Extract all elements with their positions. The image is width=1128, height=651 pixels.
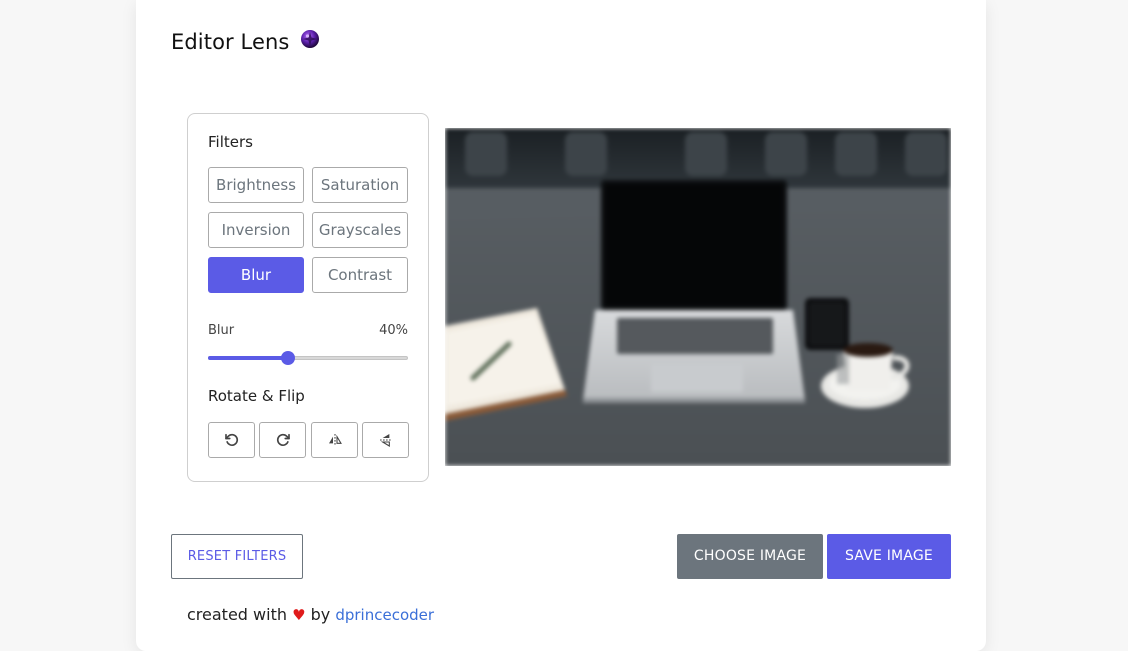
footer-by: by (310, 605, 331, 624)
footer-prefix: created with (187, 605, 287, 624)
save-image-button[interactable]: SAVE IMAGE (827, 534, 951, 579)
app-title: Editor Lens (171, 30, 290, 54)
rotate-right-button[interactable] (259, 422, 306, 458)
flip-horizontal-icon (328, 434, 342, 446)
rotate-left-icon (224, 433, 238, 446)
heart-icon: ♥ (292, 606, 306, 624)
laptop-desk-photo (445, 128, 951, 466)
blur-slider[interactable] (208, 351, 408, 365)
brightness-button[interactable]: Brightness (208, 167, 304, 203)
filter-panel: Filters Brightness Saturation Inversion … (187, 113, 429, 482)
reset-filters-button[interactable]: RESET FILTERS (171, 534, 303, 579)
blur-button[interactable]: Blur (208, 257, 304, 293)
slider-fill (208, 356, 288, 360)
flip-vertical-icon (379, 434, 392, 447)
grayscales-button[interactable]: Grayscales (312, 212, 408, 248)
slider-thumb[interactable] (281, 351, 295, 365)
author-link[interactable]: dprincecoder (335, 606, 434, 624)
flip-horizontal-button[interactable] (311, 422, 358, 458)
flip-vertical-button[interactable] (362, 422, 409, 458)
rotate-left-button[interactable] (208, 422, 255, 458)
inversion-button[interactable]: Inversion (208, 212, 304, 248)
image-preview (445, 128, 951, 466)
contrast-button[interactable]: Contrast (312, 257, 408, 293)
editor-card: Editor Lens Filters Brightness Saturatio… (136, 0, 986, 651)
header: Editor Lens (171, 30, 320, 54)
filters-heading: Filters (208, 133, 253, 151)
slider-value: 40% (379, 323, 408, 338)
purple-orb-icon (301, 30, 320, 48)
choose-image-button[interactable]: CHOOSE IMAGE (677, 534, 823, 579)
slider-info: Blur 40% (208, 323, 408, 338)
rotate-flip-buttons (208, 422, 409, 458)
slider-label: Blur (208, 323, 235, 338)
rotate-flip-heading: Rotate & Flip (208, 387, 305, 405)
rotate-right-icon (276, 433, 290, 446)
saturation-button[interactable]: Saturation (312, 167, 408, 203)
footer: created with ♥ by dprincecoder (187, 605, 434, 624)
